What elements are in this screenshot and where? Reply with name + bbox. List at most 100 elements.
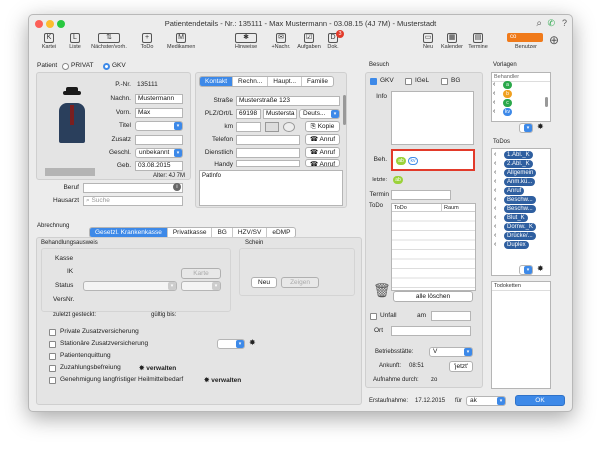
todo-template-item[interactable]: ‹ 1.Abl._K: [494, 151, 550, 160]
contact-scrollbar[interactable]: [343, 95, 346, 125]
behandler-select[interactable]: ▾: [519, 123, 533, 133]
handy-field[interactable]: [236, 160, 300, 167]
medikamente-button[interactable]: MMedikamente: [167, 33, 195, 50]
chevron-left-icon[interactable]: ‹: [494, 214, 496, 222]
user-select[interactable]: co: [507, 33, 543, 42]
unfall-checkbox[interactable]: [370, 313, 377, 320]
gkv-besuch-checkbox[interactable]: [370, 78, 377, 85]
tab-gesetzl-krankenkasse[interactable]: Gesetzl. Krankenkasse: [90, 228, 168, 237]
gear-icon[interactable]: ✸: [537, 264, 544, 273]
todo-template-item[interactable]: ‹ Dornw._K: [494, 223, 550, 232]
chevron-left-icon[interactable]: ‹: [494, 187, 496, 195]
chevron-left-icon[interactable]: ‹: [493, 81, 495, 89]
kopie-button[interactable]: ⎘ Kopie: [305, 121, 340, 132]
unfall-datum-field[interactable]: [431, 311, 471, 321]
unfall-ort-field[interactable]: [391, 326, 471, 336]
km-field[interactable]: [236, 122, 261, 132]
globe-icon[interactable]: ⊕: [549, 33, 559, 47]
tab-familie[interactable]: Familie: [302, 77, 333, 86]
tab-kontakt[interactable]: Kontakt: [200, 77, 234, 86]
chevron-left-icon[interactable]: ‹: [494, 241, 496, 249]
todo-template-item[interactable]: ‹ Beschw...: [494, 196, 550, 205]
liste-button[interactable]: L Liste: [65, 33, 85, 50]
todo-template-item[interactable]: ‹ Duplex: [494, 241, 550, 250]
todos-select[interactable]: ▾: [519, 265, 533, 275]
behandler-field[interactable]: ab kv: [391, 149, 475, 171]
chevron-left-icon[interactable]: ‹: [494, 196, 496, 204]
zoom-window-button[interactable]: [57, 20, 65, 28]
info-field[interactable]: [391, 91, 474, 145]
avatar[interactable]: [51, 87, 93, 143]
info-icon[interactable]: i: [173, 183, 181, 191]
termine-button[interactable]: ▤ Termine: [465, 33, 491, 50]
chevron-left-icon[interactable]: ‹: [493, 90, 495, 98]
stationaere-select[interactable]: ▾: [217, 339, 245, 349]
private-zusatzversicherung-checkbox[interactable]: [49, 329, 56, 336]
geschlecht-select[interactable]: unbekannt ▾: [135, 148, 183, 158]
todo-template-item[interactable]: ‹ Anm.kü...: [494, 178, 550, 187]
verwalten-heilmittel-link[interactable]: ✸ verwalten: [204, 376, 241, 384]
copy-address-icon[interactable]: [283, 122, 295, 132]
kalender-button[interactable]: ▦ Kalender: [439, 33, 465, 50]
tab-hzv-sv[interactable]: HZV/SV: [233, 228, 268, 237]
phone-icon[interactable]: ✆: [547, 18, 555, 29]
todo-column-header[interactable]: ToDo: [392, 204, 442, 211]
stationaere-zusatzversicherung-checkbox[interactable]: [49, 341, 56, 348]
status-secondary-select[interactable]: ▾: [181, 281, 221, 291]
neu-schein-button[interactable]: Neu: [251, 277, 277, 288]
privat-radio[interactable]: [62, 63, 69, 70]
todo-template-item[interactable]: ‹ Allgemein: [494, 169, 550, 178]
behandler-badge-ab[interactable]: ab: [396, 157, 406, 165]
land-select[interactable]: Deuts... ▾: [299, 109, 340, 119]
chevron-left-icon[interactable]: ‹: [494, 223, 496, 231]
karte-button[interactable]: Karte: [181, 268, 221, 279]
gear-icon[interactable]: ✸: [249, 338, 256, 347]
neu-button[interactable]: ▭ Neu: [419, 33, 437, 50]
chevron-left-icon[interactable]: ‹: [494, 169, 496, 177]
raum-column-header[interactable]: Raum: [442, 204, 459, 211]
tab-rechnung[interactable]: Rechn...: [233, 77, 269, 86]
anruf-handy-button[interactable]: ☎ Anruf: [305, 159, 340, 167]
status-select[interactable]: ▾: [83, 281, 177, 291]
termin-field[interactable]: [391, 190, 451, 200]
hausarzt-search-input[interactable]: ⌕ Suche: [83, 196, 183, 206]
chevron-left-icon[interactable]: ‹: [493, 99, 495, 107]
todo-template-item[interactable]: ‹ Drücke/...: [494, 232, 550, 241]
zuzahlungsbefreiung-checkbox[interactable]: [49, 365, 56, 372]
dienstlich-field[interactable]: [236, 148, 300, 158]
behandler-badge-kv[interactable]: kv: [408, 157, 418, 165]
titel-select[interactable]: ▾: [135, 121, 183, 131]
todo-template-item[interactable]: ‹ 2.Abl._K: [494, 160, 550, 169]
chevron-left-icon[interactable]: ‹: [494, 205, 496, 213]
todo-template-item[interactable]: ‹ Beschw...: [494, 205, 550, 214]
heilmittelbedarf-checkbox[interactable]: [49, 377, 56, 384]
aufgaben-button[interactable]: ☑ Aufgaben: [295, 33, 323, 50]
todo-template-item[interactable]: ‹ Blut_K: [494, 214, 550, 223]
chevron-left-icon[interactable]: ‹: [494, 151, 496, 159]
telefon-field[interactable]: [236, 135, 300, 145]
behandler-template-item[interactable]: ‹ kv: [493, 108, 549, 117]
nachname-field[interactable]: Mustermann: [135, 94, 183, 104]
anruf-telefon-button[interactable]: ☎ Anruf: [305, 134, 340, 145]
behandler-scrollbar[interactable]: [545, 97, 548, 107]
next-prev-button[interactable]: ⇅ Nächster/vorh.: [89, 33, 129, 50]
gear-icon[interactable]: ✸: [537, 122, 544, 131]
behandler-template-item[interactable]: ‹ c: [493, 99, 549, 108]
alle-loeschen-button[interactable]: alle löschen: [393, 291, 473, 302]
anruf-dienstlich-button[interactable]: ☎ Anruf: [305, 147, 340, 158]
zeigen-button[interactable]: Zeigen: [281, 277, 319, 288]
help-icon[interactable]: ?: [562, 18, 567, 28]
tab-edmp[interactable]: eDMP: [267, 228, 295, 237]
verwalten-zuzahlung-link[interactable]: ✸ verwalten: [139, 364, 176, 372]
bg-checkbox[interactable]: [441, 78, 448, 85]
geburtsdatum-field[interactable]: 03.08.2015: [135, 161, 183, 171]
tab-bg[interactable]: BG: [212, 228, 233, 237]
patinfo-field[interactable]: PatInfo: [199, 170, 343, 206]
tab-hauptversicherter[interactable]: Haupt...: [268, 77, 303, 86]
patientenquittung-checkbox[interactable]: [49, 353, 56, 360]
zusatz-field[interactable]: [135, 135, 183, 145]
chevron-left-icon[interactable]: ‹: [494, 232, 496, 240]
betriebsstaette-select[interactable]: V ▾: [429, 347, 473, 357]
chevron-left-icon[interactable]: ‹: [493, 108, 495, 116]
jetzt-button[interactable]: 'jetzt': [449, 361, 473, 372]
